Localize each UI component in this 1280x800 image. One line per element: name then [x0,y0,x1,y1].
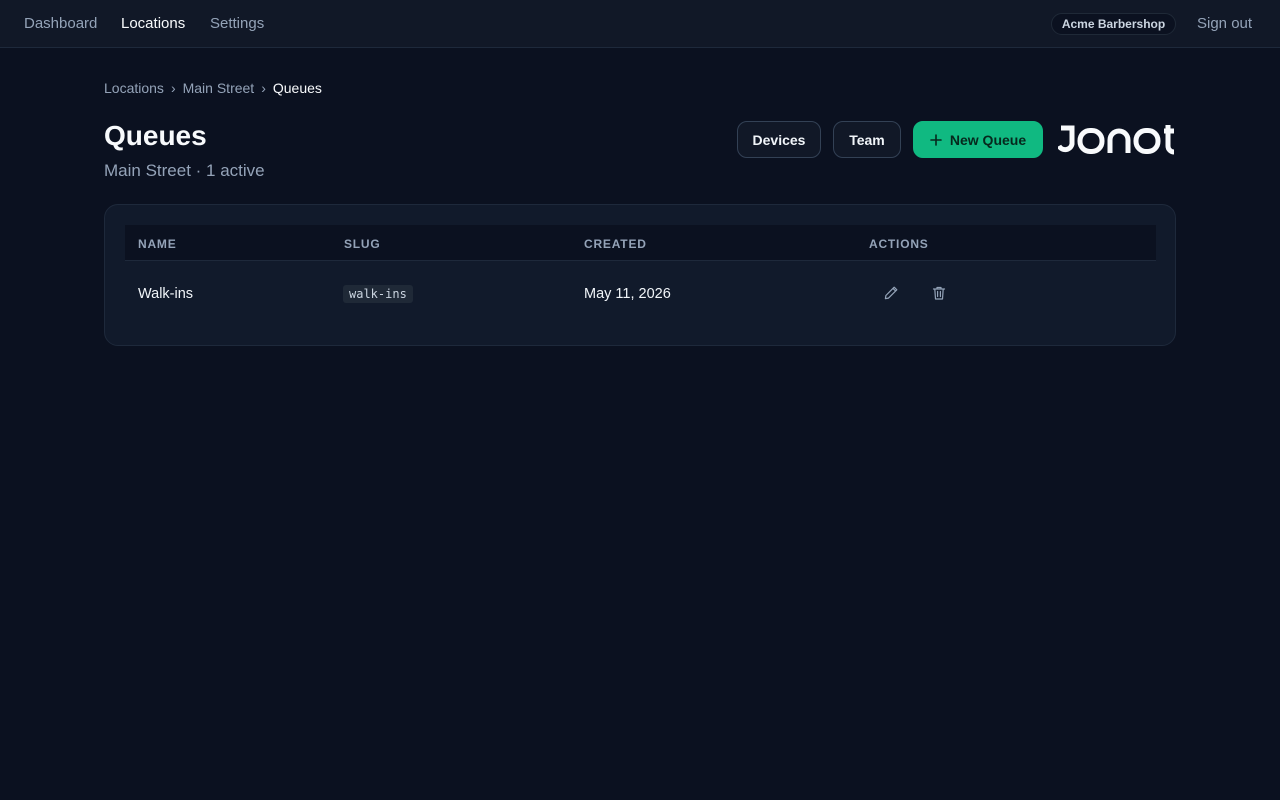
column-header-name: NAME [138,237,177,251]
edit-queue-button[interactable] [880,282,902,304]
pencil-icon [884,286,898,300]
team-button[interactable]: Team [833,121,901,158]
new-queue-button-label: New Queue [949,131,1027,148]
queue-name: Walk-ins [138,286,194,302]
org-badge: Acme Barbershop [1051,13,1176,35]
breadcrumb-current: Queues [272,80,322,96]
breadcrumb: Locations › Main Street › Queues [104,80,322,96]
breadcrumb-separator: › [261,80,266,96]
page-title: Queues [104,120,207,151]
team-button-label: Team [849,131,885,148]
devices-button[interactable]: Devices [737,121,821,158]
plus-icon [930,131,942,149]
sign-out-link[interactable]: Sign out [1197,15,1252,32]
breadcrumb-locations[interactable]: Locations [104,80,164,96]
queues-table-card: NAME SLUG CREATED ACTIONS Walk-ins walk-… [104,204,1176,346]
trash-icon [932,286,946,300]
new-queue-button[interactable]: New Queue [913,121,1043,158]
nav-settings[interactable]: Settings [210,15,264,32]
delete-queue-button[interactable] [928,282,950,304]
top-nav: Dashboard Locations Settings Acme Barber… [0,0,1280,48]
column-header-slug: SLUG [344,237,381,251]
queue-created: May 11, 2026 [584,286,671,302]
nav-locations[interactable]: Locations [121,15,185,32]
column-header-actions: ACTIONS [869,237,929,251]
queue-slug: walk-ins [343,285,413,303]
table-header: NAME SLUG CREATED ACTIONS [125,225,1156,261]
table-row: Walk-ins walk-ins May 11, 2026 [125,262,1156,326]
column-header-created: CREATED [584,237,647,251]
jonot-logo [1058,125,1175,155]
breadcrumb-separator: › [170,80,176,96]
breadcrumb-main-street[interactable]: Main Street [183,80,255,96]
page-subtitle: Main Street · 1 active [104,161,265,180]
nav-dashboard[interactable]: Dashboard [24,15,97,32]
devices-button-label: Devices [752,131,806,148]
